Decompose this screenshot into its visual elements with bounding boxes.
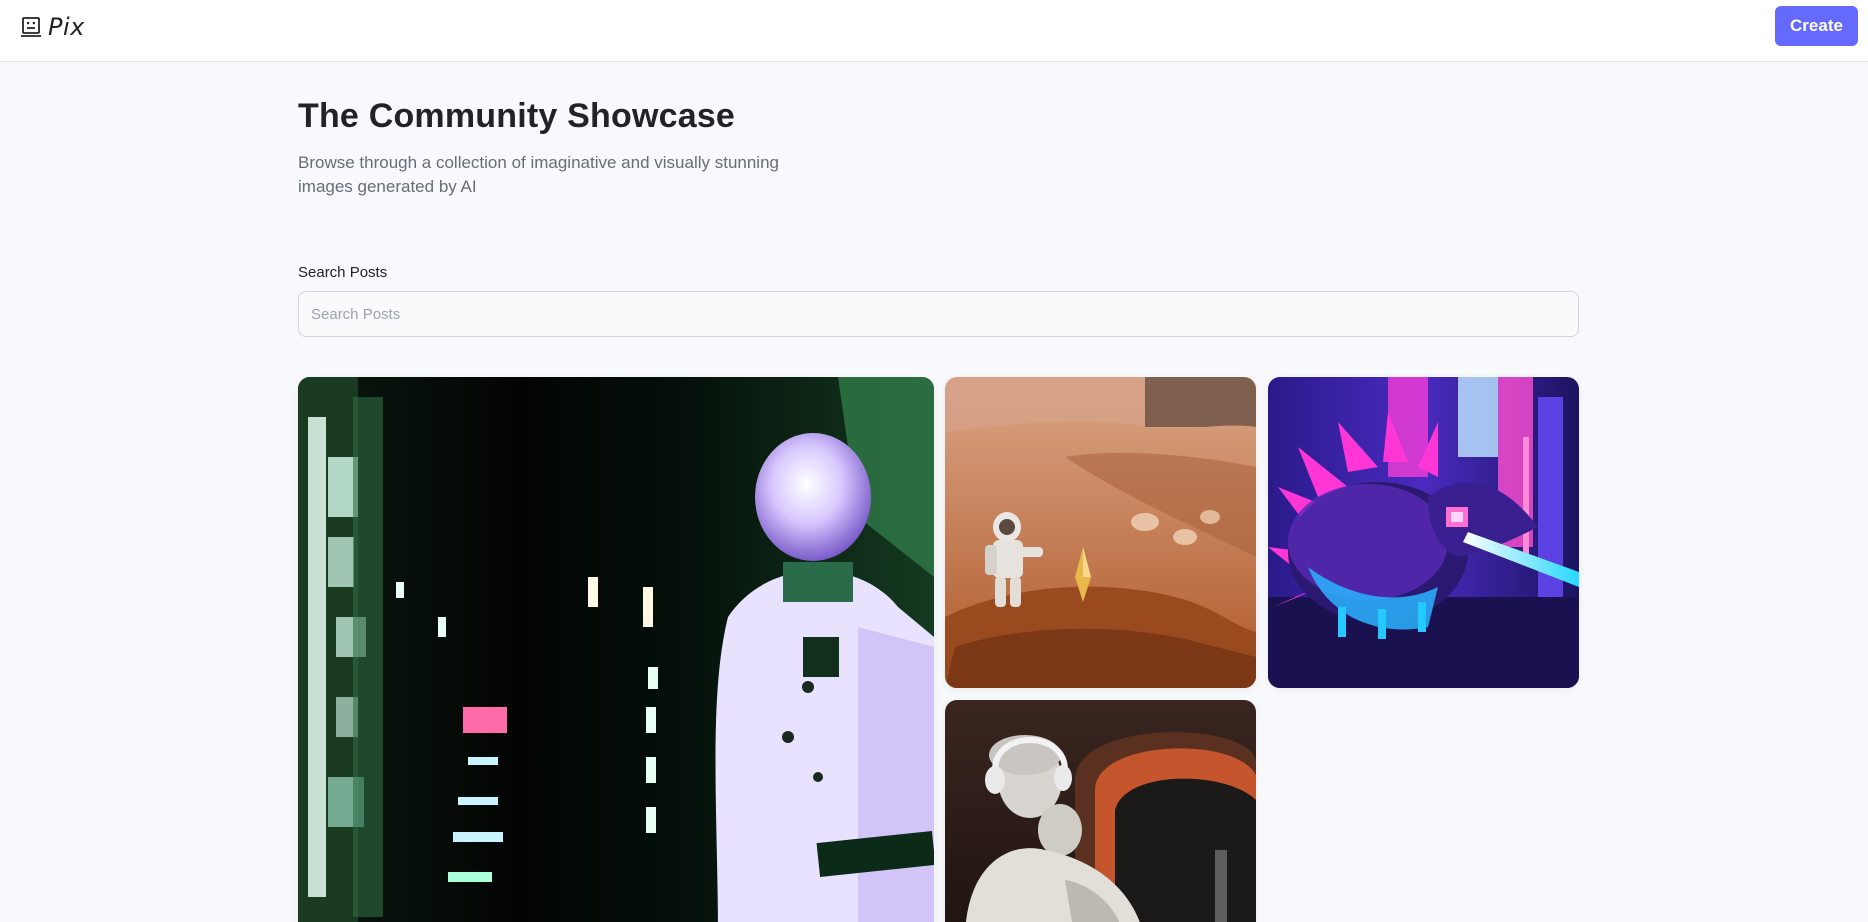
statue-image <box>945 700 1256 922</box>
robot-image <box>298 377 934 922</box>
post-card-astronaut[interactable] <box>945 377 1256 688</box>
robot-face-icon <box>21 17 41 37</box>
logo-link[interactable]: Pix <box>20 12 85 42</box>
search-label: Search Posts <box>298 264 388 281</box>
logo-text: Pix <box>48 13 85 41</box>
search-input[interactable] <box>298 291 1579 337</box>
create-button[interactable]: Create <box>1775 6 1858 46</box>
astronaut-image <box>945 377 1256 688</box>
hedgehog-image <box>1268 377 1579 688</box>
page-subtitle: Browse through a collection of imaginati… <box>298 153 779 196</box>
top-navbar: Pix Create <box>0 0 1868 62</box>
page-title: The Community Showcase <box>298 97 736 135</box>
post-card-hedgehog[interactable] <box>1268 377 1579 688</box>
post-card-statue[interactable] <box>945 700 1256 922</box>
post-card-robot[interactable] <box>298 377 934 922</box>
